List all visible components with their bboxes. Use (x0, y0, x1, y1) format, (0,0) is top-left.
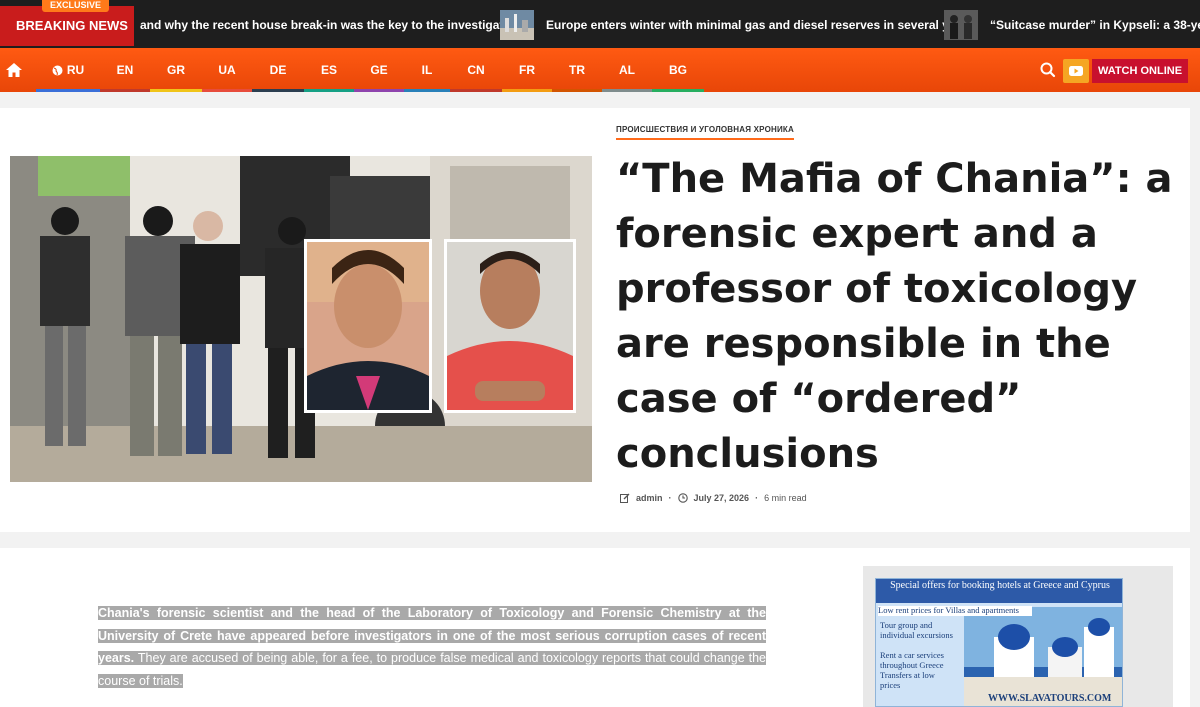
nav-lang-label[interactable]: FR (519, 63, 535, 77)
lang-underline (502, 89, 552, 92)
home-button[interactable] (0, 48, 28, 92)
youtube-icon (1069, 66, 1083, 76)
lang-underline (100, 89, 150, 92)
nav-lang-label[interactable]: UA (218, 63, 235, 77)
breaking-news-label: BREAKING NEWS (0, 6, 134, 46)
publish-date[interactable]: July 27, 2026 (694, 493, 750, 503)
nav-lang-en[interactable]: EN (100, 48, 150, 92)
travel-ad-banner[interactable]: Special offers for booking hotels at Gre… (875, 578, 1123, 707)
lang-underline (36, 89, 100, 92)
sidebar-ad: Special offers for booking hotels at Gre… (863, 566, 1173, 707)
lang-underline (652, 89, 704, 92)
lang-underline (602, 89, 652, 92)
clock-icon (677, 493, 688, 503)
nav-lang-label[interactable]: RU (67, 63, 84, 77)
ticker-item[interactable]: Europe enters winter with minimal gas an… (500, 10, 974, 40)
nav-lang-ge[interactable]: GE (354, 48, 404, 92)
read-time: 6 min read (764, 493, 807, 503)
search-icon[interactable] (1038, 59, 1058, 81)
nav-lang-label[interactable]: GE (370, 63, 387, 77)
article-body: Chania's forensic scientist and the head… (0, 548, 1190, 707)
nav-lang-label[interactable]: IL (422, 63, 433, 77)
nav-lang-label[interactable]: CN (467, 63, 484, 77)
ad-line: Tour group and individual excursions (880, 620, 953, 640)
author-link[interactable]: admin (636, 493, 663, 503)
main-navigation: RU EN GR UA DE ES GE IL CN FR TR AL BG W… (0, 46, 1200, 92)
ticker-item-text[interactable]: and why the recent house break-in was th… (140, 18, 521, 32)
globe-icon (52, 65, 63, 75)
nav-lang-label[interactable]: TR (569, 63, 585, 77)
exclusive-badge: EXCLUSIVE (42, 0, 110, 12)
lang-underline (252, 89, 304, 92)
nav-lang-ua[interactable]: UA (202, 48, 252, 92)
ticker-thumbnail[interactable] (944, 10, 978, 40)
ticker-thumbnail[interactable] (500, 10, 534, 40)
article-lead: Chania's forensic scientist and the head… (98, 602, 766, 692)
article-category[interactable]: ПРОИСШЕСТВИЯ И УГОЛОВНАЯ ХРОНИКА (616, 125, 794, 140)
ad-line: Transfers at low prices (880, 670, 935, 690)
ad-line: Low rent prices for Villas and apartment… (878, 605, 1032, 616)
nav-lang-fr[interactable]: FR (502, 48, 552, 92)
ticker-item[interactable]: “Suitcase murder” in Kypseli: a 38-year- (944, 10, 1200, 40)
youtube-button[interactable] (1063, 59, 1089, 83)
ticker-item-text[interactable]: Europe enters winter with minimal gas an… (546, 18, 974, 32)
nav-lang-es[interactable]: ES (304, 48, 354, 92)
santorini-illustration (964, 607, 1122, 706)
home-icon (6, 63, 22, 77)
nav-lang-label[interactable]: GR (167, 63, 185, 77)
article-title: “The Mafia of Chania”: a forensic expert… (616, 156, 1173, 477)
lang-underline (202, 89, 252, 92)
nav-lang-tr[interactable]: TR (552, 48, 602, 92)
meta-separator: · (755, 493, 759, 503)
article-hero: ПРОИСШЕСТВИЯ И УГОЛОВНАЯ ХРОНИКА “The Ma… (0, 108, 1190, 532)
lang-underline (304, 89, 354, 92)
edit-icon (620, 493, 630, 503)
nav-lang-label[interactable]: AL (619, 63, 635, 77)
lead-rest: They are accused of being able, for a fe… (98, 651, 766, 688)
ad-url[interactable]: WWW.SLAVATOURS.COM (988, 693, 1111, 704)
article-photo[interactable] (10, 156, 592, 482)
nav-lang-label[interactable]: EN (117, 63, 134, 77)
lang-underline (552, 89, 602, 92)
watch-online-button[interactable]: WATCH ONLINE (1092, 59, 1188, 83)
lang-underline (404, 89, 450, 92)
nav-lang-label[interactable]: ES (321, 63, 337, 77)
nav-lang-de[interactable]: DE (252, 48, 304, 92)
nav-lang-bg[interactable]: BG (652, 48, 704, 92)
ticker-item[interactable]: and why the recent house break-in was th… (140, 10, 521, 40)
ticker-item-text[interactable]: “Suitcase murder” in Kypseli: a 38-year- (990, 18, 1200, 32)
nav-lang-label[interactable]: BG (669, 63, 687, 77)
nav-lang-il[interactable]: IL (404, 48, 450, 92)
nav-lang-ru[interactable]: RU (36, 48, 100, 92)
ad-headline[interactable]: Special offers for booking hotels at Gre… (876, 579, 1122, 603)
nav-lang-gr[interactable]: GR (150, 48, 202, 92)
lang-underline (150, 89, 202, 92)
ad-line: Rent a car services throughout Greece (880, 650, 944, 670)
nav-lang-al[interactable]: AL (602, 48, 652, 92)
lang-underline (354, 89, 404, 92)
breaking-news-text: BREAKING NEWS (16, 18, 128, 33)
article-meta: admin · July 27, 2026 · 6 min read (620, 493, 807, 503)
breaking-news-ticker: BREAKING NEWS EXCLUSIVE and why the rece… (0, 0, 1200, 46)
meta-separator: · (668, 493, 672, 503)
nav-lang-label[interactable]: DE (270, 63, 287, 77)
lang-underline (450, 89, 502, 92)
nav-lang-cn[interactable]: CN (450, 48, 502, 92)
